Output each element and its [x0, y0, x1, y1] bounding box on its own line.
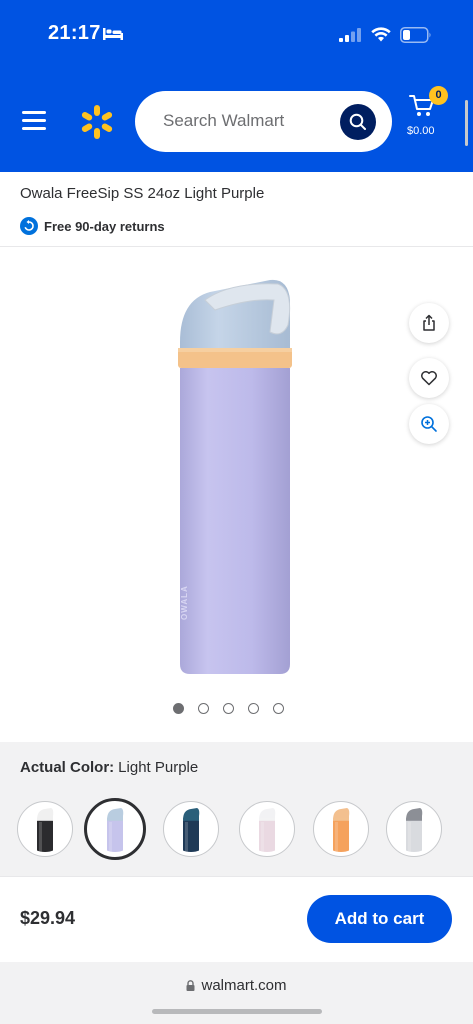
actual-color-label: Actual Color: Light Purple — [20, 759, 198, 776]
search-icon — [349, 113, 366, 130]
actual-color-value: Light Purple — [118, 759, 199, 776]
cart-count-badge: 0 — [429, 86, 448, 105]
product-image[interactable]: OWALA — [170, 270, 300, 680]
hamburger-icon — [22, 111, 46, 114]
swatch-bottle-image — [92, 806, 138, 852]
carousel-dot[interactable] — [173, 703, 184, 714]
heart-icon — [421, 371, 437, 386]
menu-button[interactable] — [20, 108, 48, 132]
swatch-bottle-image — [22, 806, 68, 852]
scrollbar[interactable] — [465, 100, 468, 146]
status-time: 21:17 — [48, 22, 101, 44]
search-input[interactable] — [163, 107, 323, 135]
cellular-signal-icon — [339, 28, 361, 42]
color-swatch[interactable] — [163, 801, 219, 857]
share-button[interactable] — [409, 303, 449, 343]
product-title: Owala FreeSip SS 24oz Light Purple — [20, 185, 265, 202]
header-bar: 21:17 Search Walmart 0 $0.00 — [0, 0, 473, 172]
add-to-cart-button[interactable]: Add to cart — [307, 895, 452, 943]
favorite-button[interactable] — [409, 358, 449, 398]
hamburger-icon-bar — [22, 127, 46, 130]
search-bar[interactable] — [135, 91, 392, 152]
buy-bar: $29.94 Add to cart — [0, 876, 473, 962]
carousel-dot[interactable] — [273, 703, 284, 714]
cart-button[interactable]: 0 $0.00 — [405, 86, 448, 138]
zoom-in-icon — [421, 416, 437, 432]
variant-selector: Actual Color: Light Purple — [0, 742, 473, 876]
hamburger-icon-bar — [22, 119, 46, 122]
image-carousel-dots — [173, 703, 284, 714]
cart-total: $0.00 — [407, 125, 435, 137]
returns-icon — [20, 217, 38, 235]
price: $29.94 — [20, 908, 76, 928]
zoom-button[interactable] — [409, 404, 449, 444]
divider — [0, 246, 473, 247]
url-display[interactable]: walmart.com — [0, 977, 473, 994]
svg-text:OWALA: OWALA — [180, 585, 189, 620]
wifi-icon — [371, 27, 391, 42]
carousel-dot[interactable] — [248, 703, 259, 714]
color-swatch[interactable] — [313, 801, 369, 857]
status-bar: 21:17 — [0, 0, 473, 70]
share-icon — [423, 314, 435, 331]
url-text: walmart.com — [201, 977, 287, 994]
search-button[interactable] — [340, 104, 376, 140]
returns-badge[interactable]: Free 90-day returns — [20, 217, 165, 235]
color-swatch[interactable] — [239, 801, 295, 857]
returns-text: Free 90-day returns — [44, 218, 165, 234]
swatch-bottle-image — [244, 806, 290, 852]
color-swatch[interactable] — [17, 801, 73, 857]
walmart-spark-logo-icon[interactable] — [79, 104, 115, 140]
swatch-bottle-image — [168, 806, 214, 852]
swatch-bottle-image — [318, 806, 364, 852]
actual-color-heading: Actual Color: — [20, 759, 115, 776]
swatch-bottle-image — [391, 806, 437, 852]
browser-url-bar[interactable]: walmart.com — [0, 962, 473, 1024]
carousel-dot[interactable] — [198, 703, 209, 714]
battery-icon — [400, 27, 431, 43]
sleep-focus-icon — [103, 28, 123, 40]
color-swatch[interactable] — [84, 798, 146, 860]
home-indicator[interactable] — [152, 1009, 322, 1014]
color-swatch[interactable] — [386, 801, 442, 857]
carousel-dot[interactable] — [223, 703, 234, 714]
lock-icon — [186, 980, 195, 991]
